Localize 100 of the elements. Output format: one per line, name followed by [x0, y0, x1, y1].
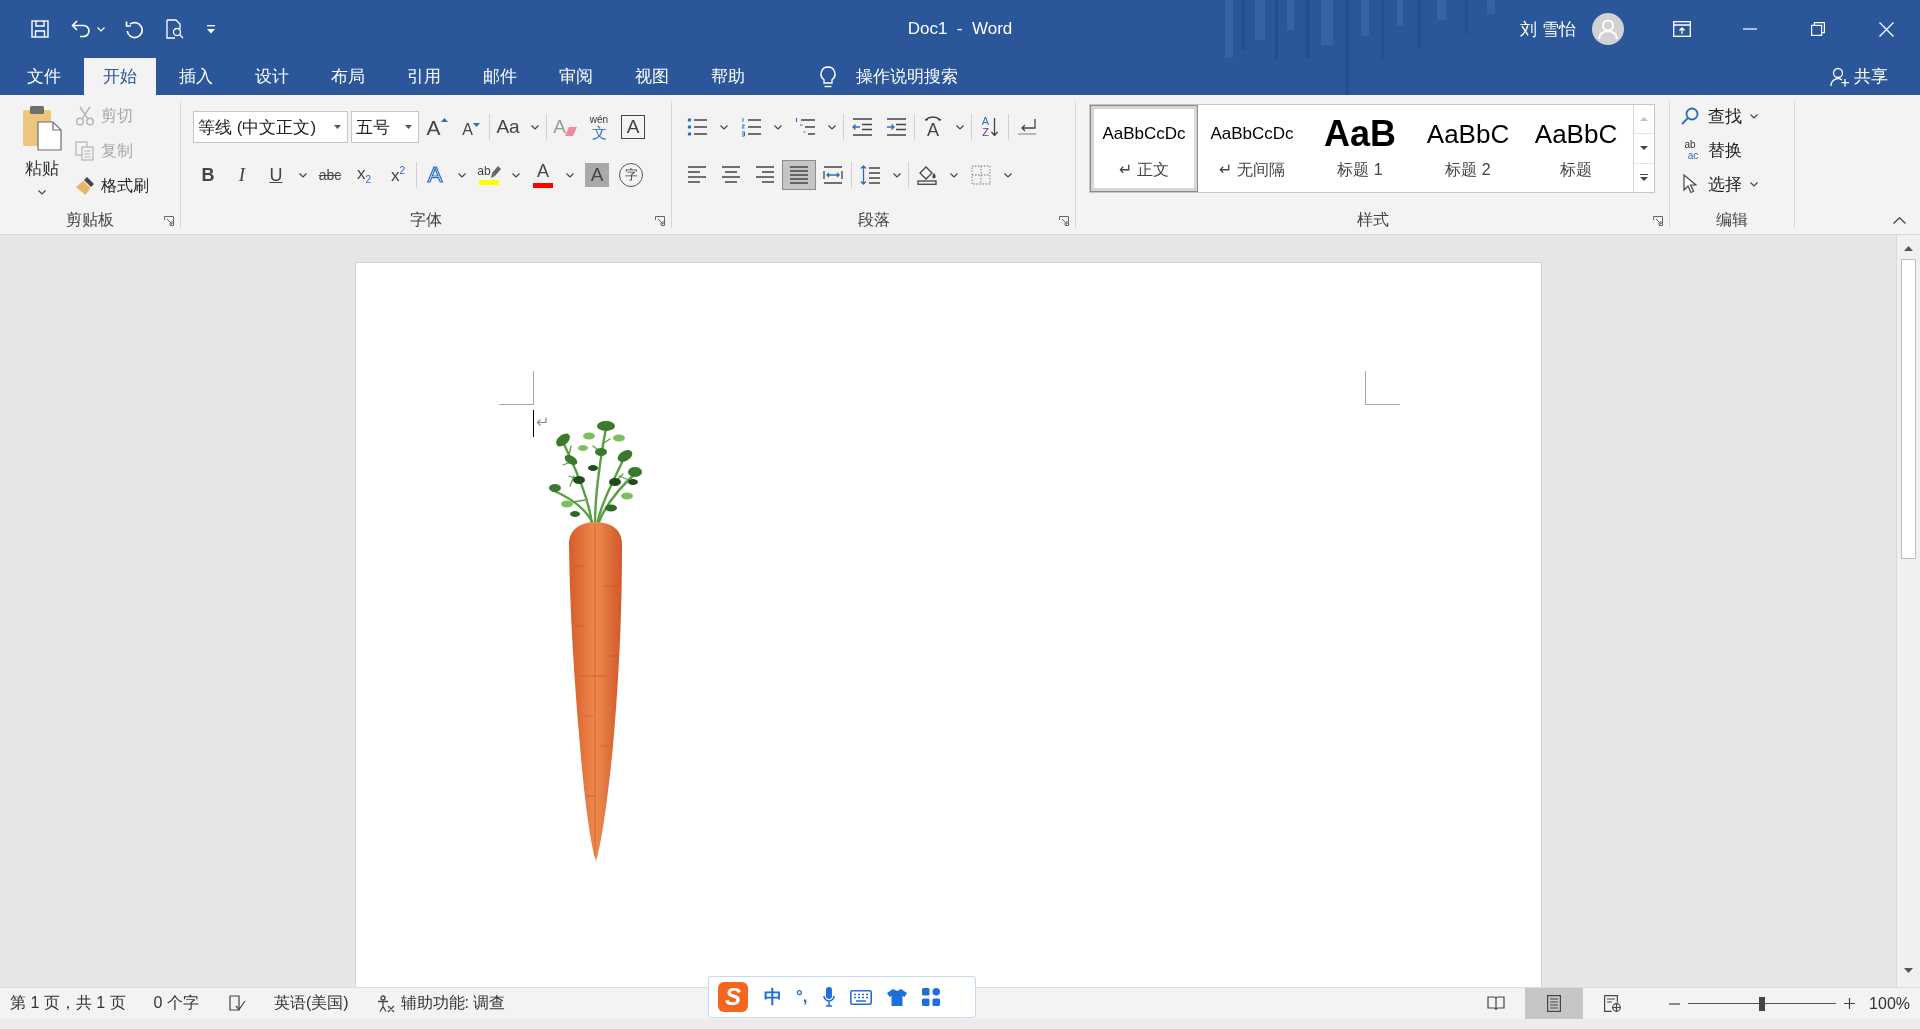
vertical-scrollbar[interactable]	[1896, 235, 1920, 987]
scroll-up-icon[interactable]	[1904, 246, 1913, 251]
select-button[interactable]: 选择	[1680, 169, 1742, 199]
caret-icon[interactable]	[774, 124, 782, 130]
grid-icon[interactable]	[921, 988, 940, 1006]
group-label: 编辑	[1716, 209, 1748, 230]
style-tile[interactable]: AaB 标题 1	[1306, 105, 1414, 192]
proofing-icon[interactable]	[228, 995, 246, 1012]
ribbon-tab[interactable]: 开始	[84, 58, 156, 95]
caret-icon[interactable]	[956, 124, 964, 130]
caret-icon[interactable]	[531, 124, 539, 130]
format-painter-button[interactable]: 格式刷	[75, 171, 149, 201]
slider-thumb[interactable]	[1759, 996, 1766, 1011]
bold-button[interactable]: B	[191, 160, 225, 190]
caret-icon[interactable]	[828, 124, 836, 130]
ribbon-tab[interactable]: 视图	[616, 58, 688, 95]
font-size-field[interactable]: 五号	[351, 111, 419, 143]
caret-icon[interactable]	[566, 172, 574, 178]
font-color-button[interactable]: A	[526, 160, 560, 190]
shrink-font-button[interactable]: A	[454, 112, 488, 142]
caret-icon[interactable]	[1750, 113, 1758, 119]
scrollbar-thumb[interactable]	[1901, 259, 1916, 559]
shirt-icon[interactable]	[886, 988, 907, 1006]
caret-icon[interactable]	[512, 172, 520, 178]
superscript-button[interactable]: x$^{2}$	[381, 160, 415, 190]
paste-button[interactable]: 粘贴	[17, 101, 67, 201]
punctuation-toggle[interactable]: °,	[796, 987, 808, 1007]
font-name-field[interactable]: 等线 (中文正文)	[193, 111, 348, 143]
microphone-icon[interactable]	[822, 987, 835, 1007]
character-border-button[interactable]: A	[621, 115, 645, 139]
save-icon[interactable]	[31, 20, 49, 38]
ribbon-tab[interactable]: 文件	[8, 58, 80, 95]
caret-icon[interactable]	[458, 172, 466, 178]
undo-icon[interactable]	[71, 20, 91, 38]
redo-icon[interactable]	[125, 19, 144, 39]
page-count[interactable]: 第 1 页，共 1 页	[10, 993, 126, 1014]
caret-icon[interactable]	[299, 172, 307, 178]
dialog-launcher-icon[interactable]	[655, 216, 665, 226]
word-count[interactable]: 0 个字	[153, 993, 199, 1014]
accessibility-icon[interactable]	[376, 994, 395, 1013]
zoom-in-icon[interactable]	[1844, 998, 1856, 1009]
group-label: 段落	[857, 209, 890, 230]
caret-icon[interactable]	[720, 124, 728, 130]
ribbon-tab[interactable]: 审阅	[540, 58, 612, 95]
zoom-out-icon[interactable]	[1669, 1002, 1681, 1005]
collapse-ribbon-icon[interactable]	[1893, 217, 1906, 224]
find-button[interactable]: 查找	[1680, 101, 1742, 131]
change-case-button[interactable]: Aa	[491, 112, 525, 142]
customize-icon[interactable]	[206, 24, 216, 34]
ribbon-tab[interactable]: 邮件	[464, 58, 536, 95]
zoom-slider[interactable]	[1688, 996, 1837, 1011]
caret-icon[interactable]	[405, 125, 412, 129]
caret-icon[interactable]	[38, 190, 46, 195]
italic-button[interactable]: I	[225, 160, 259, 190]
ribbon-tab[interactable]: 帮助	[692, 58, 764, 95]
ribbon-tab[interactable]: 设计	[236, 58, 308, 95]
highlight-button[interactable]: ab	[472, 160, 506, 190]
ribbon-tab[interactable]: 布局	[312, 58, 384, 95]
grow-font-button[interactable]: A	[420, 112, 454, 142]
paste-icon	[22, 105, 62, 151]
multilevel-list-icon	[795, 117, 815, 137]
caret-icon[interactable]	[1750, 181, 1758, 187]
input-mode-toggle[interactable]: 中	[764, 985, 782, 1009]
avatar-icon[interactable]	[1592, 13, 1624, 45]
share-button[interactable]: 共享	[1830, 58, 1888, 95]
lightbulb-icon[interactable]	[820, 65, 836, 88]
caret-icon[interactable]	[334, 125, 341, 129]
scroll-down-icon[interactable]	[1904, 968, 1913, 973]
dialog-launcher-icon[interactable]	[1653, 216, 1663, 226]
caret-icon[interactable]	[950, 172, 958, 178]
style-tile[interactable]: AaBbC 标题 2	[1414, 105, 1522, 192]
caret-icon[interactable]	[893, 172, 901, 178]
sort-button[interactable]: A Z	[973, 112, 1007, 142]
enclosed-character-button[interactable]: 字	[619, 163, 643, 187]
subscript-button[interactable]: x$_{2}$	[347, 160, 381, 190]
accessibility-status[interactable]: 辅助功能: 调查	[400, 993, 506, 1014]
tell-me-search-field[interactable]: 操作说明搜索	[856, 65, 958, 88]
print-layout-button[interactable]	[1525, 988, 1584, 1019]
user-name[interactable]: 刘 雪怡	[1520, 17, 1576, 41]
justify-button[interactable]	[782, 160, 816, 190]
ribbon-tab[interactable]: 插入	[160, 58, 232, 95]
underline-button[interactable]: U	[259, 160, 293, 190]
character-shading-button[interactable]: A	[585, 163, 609, 187]
restore-icon	[1811, 22, 1825, 36]
dialog-launcher-icon[interactable]	[1059, 216, 1069, 226]
keyboard-icon[interactable]	[849, 989, 872, 1005]
caret-icon[interactable]	[1004, 172, 1012, 178]
strikethrough-button[interactable]: abc	[313, 160, 347, 190]
language[interactable]: 英语(美国)	[273, 993, 349, 1014]
align-center-icon	[721, 165, 741, 185]
text-cursor	[532, 410, 534, 437]
zoom-level[interactable]: 100%	[1869, 994, 1910, 1013]
chinese-layout-button[interactable]: A	[916, 112, 950, 142]
style-tile[interactable]: AaBbCcDc ↵ 正文	[1090, 105, 1198, 192]
style-tile[interactable]: AaBbCcDc ↵ 无间隔	[1198, 105, 1306, 192]
phonetic-guide-button[interactable]: wén 文	[582, 112, 616, 142]
dialog-launcher-icon[interactable]	[164, 216, 174, 226]
print-preview-icon[interactable]	[166, 19, 184, 39]
style-tile[interactable]: AaBbC 标题	[1522, 105, 1630, 192]
ribbon-tab[interactable]: 引用	[388, 58, 460, 95]
